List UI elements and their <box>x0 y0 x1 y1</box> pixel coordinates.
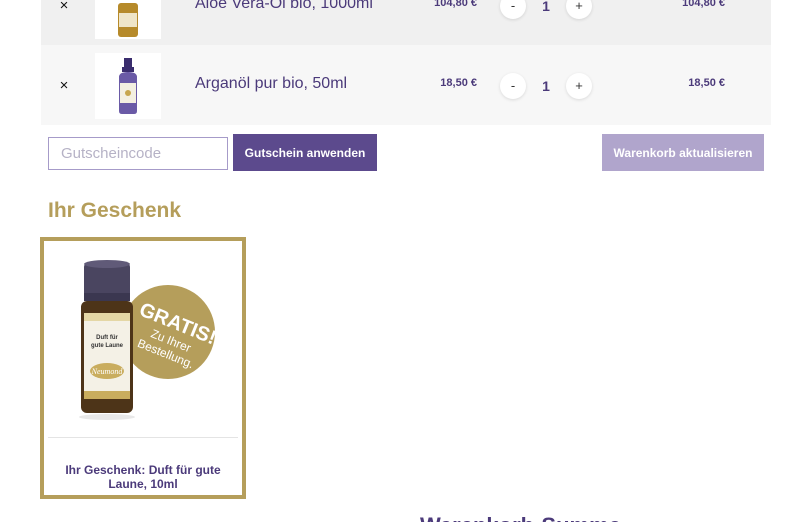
remove-item-icon[interactable]: × <box>55 77 73 95</box>
gift-card-divider <box>48 437 238 438</box>
cart-row: × Aloe Vera-Öl bio, 1000ml 104,80 € - 1 … <box>41 0 771 45</box>
product-thumbnail[interactable] <box>95 53 161 119</box>
cart-totals-heading: Warenkorb-Summe <box>420 513 621 522</box>
update-cart-button[interactable]: Warenkorb aktualisieren <box>602 134 764 171</box>
product-price: 104,80 € <box>434 0 477 9</box>
product-thumbnail[interactable] <box>95 0 161 39</box>
quantity-decrease-button[interactable]: - <box>500 73 526 99</box>
gift-product-card[interactable]: GRATIS! Zu Ihrer Bestellung. Duft für gu… <box>40 237 246 499</box>
cart-row: × Arganöl pur bio, 50ml 18,50 € - 1 + 18… <box>41 45 771 125</box>
gift-product-title[interactable]: Ihr Geschenk: Duft für gute Laune, 10ml <box>50 463 236 491</box>
bottle-label-text: Duft für <box>96 335 118 341</box>
oil-bottle-icon <box>119 58 137 114</box>
gift-product-image: GRATIS! Zu Ihrer Bestellung. Duft für gu… <box>79 260 219 420</box>
coupon-code-input[interactable] <box>48 137 228 170</box>
product-subtotal: 18,50 € <box>688 77 725 89</box>
product-price: 18,50 € <box>440 77 477 89</box>
bottle-brand-logo: Neumond <box>91 367 124 376</box>
quantity-value[interactable]: 1 <box>533 78 559 94</box>
oil-bottle-icon <box>118 3 138 37</box>
gift-heading: Ihr Geschenk <box>48 199 182 222</box>
quantity-increase-button[interactable]: + <box>566 73 592 99</box>
product-subtotal: 104,80 € <box>682 0 725 9</box>
quantity-decrease-button[interactable]: - <box>500 0 526 19</box>
quantity-value[interactable]: 1 <box>533 0 559 14</box>
product-name-link[interactable]: Aloe Vera-Öl bio, 1000ml <box>195 0 373 13</box>
bottle-label-text: gute Laune <box>91 343 124 349</box>
product-name-link[interactable]: Arganöl pur bio, 50ml <box>195 75 347 93</box>
apply-coupon-button[interactable]: Gutschein anwenden <box>233 134 377 171</box>
remove-item-icon[interactable]: × <box>55 0 73 15</box>
quantity-increase-button[interactable]: + <box>566 0 592 19</box>
